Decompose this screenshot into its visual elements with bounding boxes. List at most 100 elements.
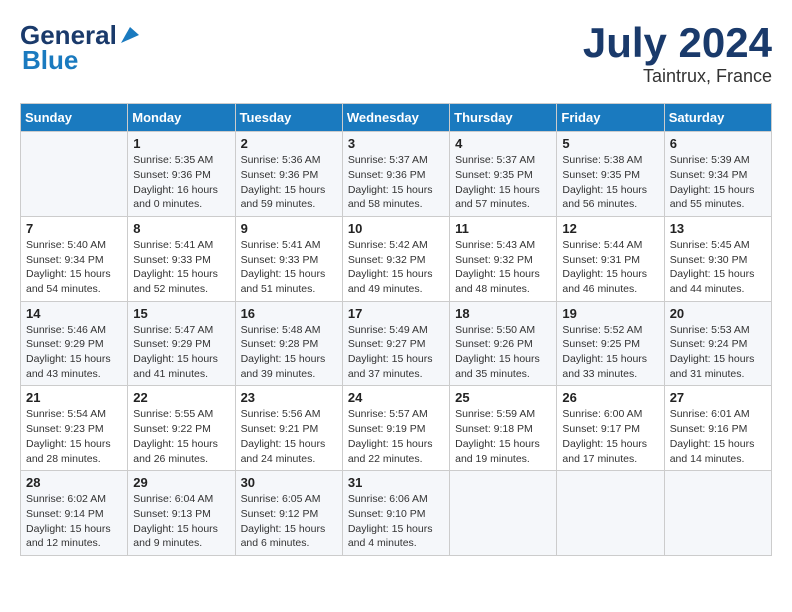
calendar-week-row: 14 Sunrise: 5:46 AMSunset: 9:29 PMDayligh… (21, 301, 772, 386)
day-info: Sunrise: 5:41 AMSunset: 9:33 PMDaylight:… (241, 238, 337, 297)
calendar-cell: 31 Sunrise: 6:06 AMSunset: 9:10 PMDayligh… (342, 471, 449, 556)
calendar-cell: 20Sunrise: 5:53 AMSunset: 9:24 PMDayligh… (664, 301, 771, 386)
calendar-cell: 10 Sunrise: 5:42 AMSunset: 9:32 PMDayligh… (342, 216, 449, 301)
calendar-cell (557, 471, 664, 556)
day-info: Sunrise: 5:40 AMSunset: 9:34 PMDaylight:… (26, 238, 122, 297)
day-number: 16 (241, 306, 337, 321)
day-info: Sunrise: 5:57 AMSunset: 9:19 PMDaylight:… (348, 407, 444, 466)
calendar-cell: 30 Sunrise: 6:05 AMSunset: 9:12 PMDayligh… (235, 471, 342, 556)
day-info: Sunrise: 5:48 AMSunset: 9:28 PMDaylight:… (241, 323, 337, 382)
day-number: 18 (455, 306, 551, 321)
day-number: 4 (455, 136, 551, 151)
day-number: 28 (26, 475, 122, 490)
weekday-header: Friday (557, 104, 664, 132)
weekday-header: Wednesday (342, 104, 449, 132)
day-info: Sunrise: 6:00 AMSunset: 9:17 PMDaylight:… (562, 407, 658, 466)
calendar-week-row: 21 Sunrise: 5:54 AMSunset: 9:23 PMDayligh… (21, 386, 772, 471)
day-info: Sunrise: 5:47 AMSunset: 9:29 PMDaylight:… (133, 323, 229, 382)
calendar-cell: 5 Sunrise: 5:38 AMSunset: 9:35 PMDaylight… (557, 132, 664, 217)
calendar-week-row: 7 Sunrise: 5:40 AMSunset: 9:34 PMDaylight… (21, 216, 772, 301)
day-number: 6 (670, 136, 766, 151)
day-info: Sunrise: 5:43 AMSunset: 9:32 PMDaylight:… (455, 238, 551, 297)
day-number: 26 (562, 390, 658, 405)
day-number: 30 (241, 475, 337, 490)
day-info: Sunrise: 6:01 AMSunset: 9:16 PMDaylight:… (670, 407, 766, 466)
calendar-cell: 6 Sunrise: 5:39 AMSunset: 9:34 PMDaylight… (664, 132, 771, 217)
calendar-cell: 22Sunrise: 5:55 AMSunset: 9:22 PMDayligh… (128, 386, 235, 471)
day-number: 19 (562, 306, 658, 321)
calendar-cell: 8 Sunrise: 5:41 AMSunset: 9:33 PMDaylight… (128, 216, 235, 301)
day-number: 14 (26, 306, 122, 321)
day-info: Sunrise: 5:56 AMSunset: 9:21 PMDaylight:… (241, 407, 337, 466)
calendar-cell: 24 Sunrise: 5:57 AMSunset: 9:19 PMDayligh… (342, 386, 449, 471)
logo-blue: Blue (22, 45, 78, 76)
day-number: 15 (133, 306, 229, 321)
day-number: 24 (348, 390, 444, 405)
day-number: 25 (455, 390, 551, 405)
day-info: Sunrise: 6:04 AMSunset: 9:13 PMDaylight:… (133, 492, 229, 551)
day-info: Sunrise: 5:46 AMSunset: 9:29 PMDaylight:… (26, 323, 122, 382)
day-number: 9 (241, 221, 337, 236)
day-info: Sunrise: 6:02 AMSunset: 9:14 PMDaylight:… (26, 492, 122, 551)
calendar-cell: 7 Sunrise: 5:40 AMSunset: 9:34 PMDaylight… (21, 216, 128, 301)
day-info: Sunrise: 5:36 AMSunset: 9:36 PMDaylight:… (241, 153, 337, 212)
day-number: 7 (26, 221, 122, 236)
day-info: Sunrise: 5:50 AMSunset: 9:26 PMDaylight:… (455, 323, 551, 382)
day-info: Sunrise: 5:35 AMSunset: 9:36 PMDaylight:… (133, 153, 229, 212)
calendar-week-row: 1 Sunrise: 5:35 AMSunset: 9:36 PMDaylight… (21, 132, 772, 217)
calendar-cell: 13 Sunrise: 5:45 AMSunset: 9:30 PMDayligh… (664, 216, 771, 301)
calendar-cell: 11 Sunrise: 5:43 AMSunset: 9:32 PMDayligh… (450, 216, 557, 301)
day-number: 3 (348, 136, 444, 151)
calendar-cell: 4 Sunrise: 5:37 AMSunset: 9:35 PMDaylight… (450, 132, 557, 217)
logo: General Blue (20, 20, 141, 76)
day-info: Sunrise: 5:38 AMSunset: 9:35 PMDaylight:… (562, 153, 658, 212)
day-info: Sunrise: 6:06 AMSunset: 9:10 PMDaylight:… (348, 492, 444, 551)
calendar-cell: 14 Sunrise: 5:46 AMSunset: 9:29 PMDayligh… (21, 301, 128, 386)
day-info: Sunrise: 5:42 AMSunset: 9:32 PMDaylight:… (348, 238, 444, 297)
month-title: July 2024 (583, 20, 772, 66)
calendar-cell: 26 Sunrise: 6:00 AMSunset: 9:17 PMDayligh… (557, 386, 664, 471)
calendar-cell: 18 Sunrise: 5:50 AMSunset: 9:26 PMDayligh… (450, 301, 557, 386)
day-info: Sunrise: 5:39 AMSunset: 9:34 PMDaylight:… (670, 153, 766, 212)
calendar-cell: 21 Sunrise: 5:54 AMSunset: 9:23 PMDayligh… (21, 386, 128, 471)
day-info: Sunrise: 5:54 AMSunset: 9:23 PMDaylight:… (26, 407, 122, 466)
calendar-cell (21, 132, 128, 217)
day-info: Sunrise: 6:05 AMSunset: 9:12 PMDaylight:… (241, 492, 337, 551)
logo-bird-icon (119, 25, 141, 47)
weekday-header: Thursday (450, 104, 557, 132)
title-block: July 2024 Taintrux, France (583, 20, 772, 87)
weekday-header: Monday (128, 104, 235, 132)
weekday-header: Tuesday (235, 104, 342, 132)
day-number: 27 (670, 390, 766, 405)
weekday-header: Saturday (664, 104, 771, 132)
calendar-week-row: 28 Sunrise: 6:02 AMSunset: 9:14 PMDayligh… (21, 471, 772, 556)
day-number: 17 (348, 306, 444, 321)
day-number: 31 (348, 475, 444, 490)
day-info: Sunrise: 5:37 AMSunset: 9:35 PMDaylight:… (455, 153, 551, 212)
day-info: Sunrise: 5:37 AMSunset: 9:36 PMDaylight:… (348, 153, 444, 212)
day-number: 21 (26, 390, 122, 405)
day-number: 12 (562, 221, 658, 236)
day-number: 10 (348, 221, 444, 236)
day-info: Sunrise: 5:59 AMSunset: 9:18 PMDaylight:… (455, 407, 551, 466)
day-number: 8 (133, 221, 229, 236)
day-number: 13 (670, 221, 766, 236)
calendar-cell: 9 Sunrise: 5:41 AMSunset: 9:33 PMDaylight… (235, 216, 342, 301)
calendar-table: SundayMondayTuesdayWednesdayThursdayFrid… (20, 103, 772, 556)
calendar-cell: 23Sunrise: 5:56 AMSunset: 9:21 PMDayligh… (235, 386, 342, 471)
calendar-cell: 3 Sunrise: 5:37 AMSunset: 9:36 PMDaylight… (342, 132, 449, 217)
day-number: 1 (133, 136, 229, 151)
day-number: 2 (241, 136, 337, 151)
location: Taintrux, France (583, 66, 772, 87)
day-number: 11 (455, 221, 551, 236)
calendar-cell: 1 Sunrise: 5:35 AMSunset: 9:36 PMDaylight… (128, 132, 235, 217)
day-number: 5 (562, 136, 658, 151)
calendar-cell: 12Sunrise: 5:44 AMSunset: 9:31 PMDayligh… (557, 216, 664, 301)
day-number: 20 (670, 306, 766, 321)
calendar-cell: 19Sunrise: 5:52 AMSunset: 9:25 PMDayligh… (557, 301, 664, 386)
weekday-header-row: SundayMondayTuesdayWednesdayThursdayFrid… (21, 104, 772, 132)
day-info: Sunrise: 5:41 AMSunset: 9:33 PMDaylight:… (133, 238, 229, 297)
day-info: Sunrise: 5:55 AMSunset: 9:22 PMDaylight:… (133, 407, 229, 466)
day-info: Sunrise: 5:49 AMSunset: 9:27 PMDaylight:… (348, 323, 444, 382)
day-info: Sunrise: 5:45 AMSunset: 9:30 PMDaylight:… (670, 238, 766, 297)
